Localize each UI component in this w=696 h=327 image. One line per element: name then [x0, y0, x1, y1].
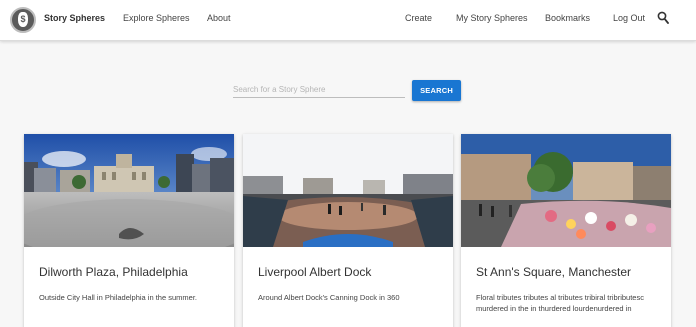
sphere-thumbnail: [24, 134, 234, 247]
story-sphere-card[interactable]: St Ann's Square, Manchester Floral tribu…: [461, 134, 671, 327]
card-description: Outside City Hall in Philadelphia in the…: [39, 293, 197, 302]
search-icon[interactable]: [657, 11, 669, 25]
logo[interactable]: $: [10, 7, 36, 33]
card-description: Floral tributes tributes al tributes tri…: [476, 293, 644, 313]
search-button[interactable]: SEARCH: [412, 80, 461, 101]
card-title: Dilworth Plaza, Philadelphia: [39, 265, 188, 279]
sphere-thumbnail: [461, 134, 671, 247]
card-title: St Ann's Square, Manchester: [476, 265, 632, 279]
card-description: Around Albert Dock's Canning Dock in 360: [258, 293, 400, 302]
card-title: Liverpool Albert Dock: [258, 265, 372, 279]
search-input[interactable]: [233, 82, 405, 98]
nav-my-story-spheres[interactable]: My Story Spheres: [456, 13, 528, 23]
sphere-thumbnail: [243, 134, 453, 247]
nav-explore-spheres[interactable]: Explore Spheres: [123, 13, 190, 23]
nav-create[interactable]: Create: [405, 13, 432, 23]
money-bag-icon: $: [18, 12, 28, 27]
brand-name[interactable]: Story Spheres: [44, 13, 105, 23]
story-sphere-card[interactable]: Liverpool Albert Dock Around Albert Dock…: [243, 134, 453, 327]
logo-glyph: $: [20, 14, 26, 24]
nav-log-out[interactable]: Log Out: [613, 13, 645, 23]
navbar: $ Story Spheres Explore Spheres About Cr…: [0, 0, 696, 41]
nav-bookmarks[interactable]: Bookmarks: [545, 13, 590, 23]
nav-about[interactable]: About: [207, 13, 231, 23]
story-sphere-card[interactable]: Dilworth Plaza, Philadelphia Outside Cit…: [24, 134, 234, 327]
